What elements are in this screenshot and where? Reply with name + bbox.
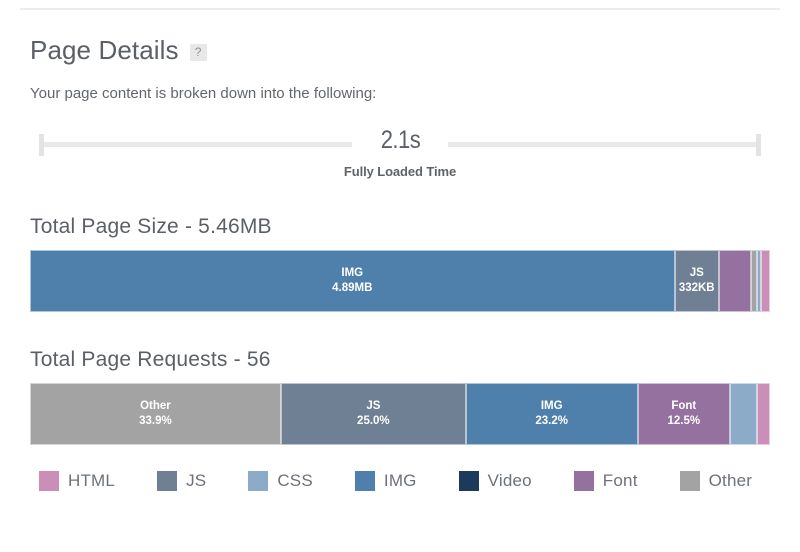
legend-label: Font: [602, 471, 638, 490]
fully-loaded-track: 2.1s: [39, 128, 761, 156]
segment-value: 12.5%: [667, 415, 701, 427]
legend-swatch-icon: [573, 471, 594, 491]
legend-swatch-icon: [39, 471, 59, 491]
total-page-requests-section: Total Page Requests - 56 Other 33.9% JS 25.…: [30, 348, 770, 445]
segment-value: 33.9%: [139, 415, 172, 427]
legend-label: JS: [186, 471, 207, 490]
fully-loaded-value: 2.1s: [380, 126, 420, 154]
legend-item-html[interactable]: HTML: [39, 471, 115, 491]
legend-label: Other: [708, 471, 753, 490]
legend-item-other[interactable]: Other: [679, 471, 753, 491]
page-size-stacked-bar: IMG 4.89MB JS 332KB: [30, 250, 770, 312]
total-page-size-section: Total Page Size - 5.46MB IMG 4.89MB JS 332K…: [30, 215, 770, 312]
help-icon[interactable]: ?: [189, 43, 207, 61]
page-requests-segment-html[interactable]: [756, 383, 770, 445]
page-requests-segment-js[interactable]: JS 25.0%: [280, 383, 466, 445]
fully-loaded-value-slot: 2.1s: [357, 128, 443, 157]
page-requests-segment-other[interactable]: Other 33.9%: [30, 383, 281, 445]
page-requests-segment-css[interactable]: [730, 383, 757, 445]
legend-item-css[interactable]: CSS: [248, 471, 313, 491]
segment-value: 332KB: [678, 282, 715, 294]
legend-label: CSS: [277, 471, 313, 490]
segment-value: 4.89MB: [332, 282, 373, 294]
segment-label: Font: [671, 400, 697, 412]
legend-swatch-icon: [248, 471, 269, 491]
legend-item-video[interactable]: Video: [458, 471, 532, 491]
segment-value: 25.0%: [357, 415, 390, 427]
resource-type-legend: HTML JS CSS IMG Video Font Other: [30, 471, 770, 491]
track-cap-right: [756, 133, 761, 156]
legend-label: Video: [487, 471, 532, 490]
segment-label: Other: [140, 400, 171, 412]
legend-swatch-icon: [458, 471, 479, 491]
total-page-size-title: Total Page Size - 5.46MB: [30, 215, 272, 238]
legend-swatch-icon: [679, 471, 700, 491]
page-subtitle: Your page content is broken down into th…: [30, 85, 377, 102]
page-requests-stacked-bar: Other 33.9% JS 25.0% IMG 23.2% Font 12.5%: [30, 383, 770, 445]
page-title: Page Details: [30, 35, 179, 65]
page-size-segment-html[interactable]: [761, 250, 770, 312]
page-size-segment-font[interactable]: [718, 250, 752, 312]
track-rail-right: [448, 142, 756, 147]
page-requests-segment-img[interactable]: IMG 23.2%: [465, 383, 638, 445]
page-title-row: Page Details ?: [30, 37, 770, 63]
legend-swatch-icon: [157, 471, 178, 491]
legend-label: HTML: [68, 471, 116, 490]
page-requests-segment-font[interactable]: Font 12.5%: [637, 383, 731, 445]
segment-label: IMG: [341, 267, 364, 279]
page-details-panel: Page Details ? Your page content is brok…: [20, 8, 780, 491]
segment-value: 23.2%: [535, 415, 568, 427]
fully-loaded-label: Fully Loaded Time: [343, 164, 457, 179]
legend-item-img[interactable]: IMG: [354, 471, 417, 491]
segment-label: JS: [366, 400, 381, 412]
segment-label: JS: [689, 267, 704, 279]
legend-label: IMG: [383, 471, 417, 490]
page-size-segment-js[interactable]: JS 332KB: [674, 250, 719, 312]
track-rail-left: [44, 142, 352, 147]
page-size-segment-img[interactable]: IMG 4.89MB: [30, 250, 675, 312]
total-page-requests-title: Total Page Requests - 56: [30, 348, 271, 371]
legend-item-js[interactable]: JS: [157, 471, 206, 491]
fully-loaded-time-bar: 2.1s Fully Loaded Time: [30, 128, 770, 182]
legend-item-font[interactable]: Font: [573, 471, 638, 491]
legend-swatch-icon: [354, 471, 375, 491]
segment-label: IMG: [540, 400, 563, 412]
